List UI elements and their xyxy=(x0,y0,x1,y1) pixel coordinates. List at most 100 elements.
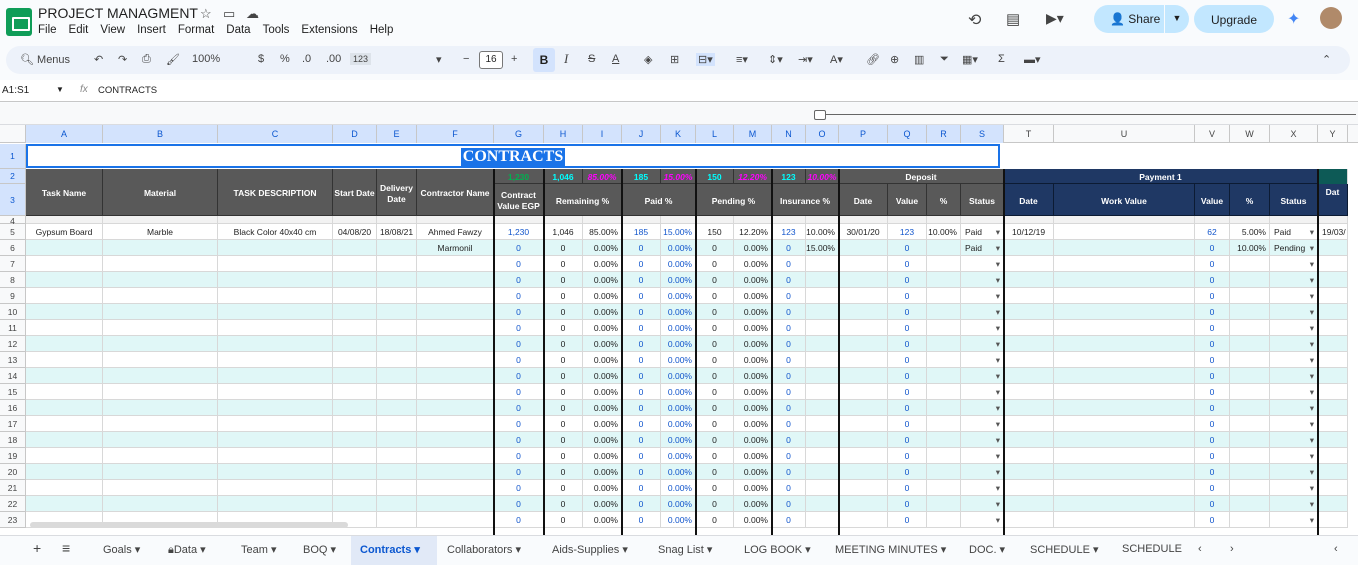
cell-F11[interactable] xyxy=(417,320,494,336)
cell-P20[interactable] xyxy=(839,464,888,480)
cell-D17[interactable] xyxy=(333,416,377,432)
dropdown-chip-icon[interactable]: ▾ xyxy=(996,515,1000,526)
cell-J10[interactable]: 0 xyxy=(622,304,661,320)
cell-T21[interactable] xyxy=(1004,480,1054,496)
column-header-J[interactable]: J xyxy=(622,125,661,143)
cell-D5[interactable]: 04/08/20 xyxy=(333,224,377,240)
cell-R11[interactable] xyxy=(927,320,961,336)
dropdown-chip-icon[interactable]: ▾ xyxy=(1310,451,1314,462)
cell-F21[interactable] xyxy=(417,480,494,496)
cell-B16[interactable] xyxy=(103,400,218,416)
header-contract-value[interactable]: Contract Value EGP xyxy=(494,184,544,216)
cell-N8[interactable]: 0 xyxy=(772,272,806,288)
cell-K13[interactable]: 0.00% xyxy=(661,352,696,368)
cell-X22[interactable]: ▾ xyxy=(1270,496,1318,512)
cell-Y8[interactable] xyxy=(1318,272,1348,288)
cell-L9[interactable]: 0 xyxy=(696,288,734,304)
cell-O17[interactable] xyxy=(806,416,839,432)
cell-U6[interactable] xyxy=(1054,240,1195,256)
row-header-11[interactable]: 11 xyxy=(0,320,26,336)
row-header-4[interactable]: 4 xyxy=(0,216,26,226)
menu-insert[interactable]: Insert xyxy=(137,24,166,36)
cell-K8[interactable]: 0.00% xyxy=(661,272,696,288)
cell-U13[interactable] xyxy=(1054,352,1195,368)
cell-Q21[interactable]: 0 xyxy=(888,480,927,496)
cell-J8[interactable]: 0 xyxy=(622,272,661,288)
spacer-cell[interactable] xyxy=(103,216,218,224)
cell-F9[interactable] xyxy=(417,288,494,304)
cell-T8[interactable] xyxy=(1004,272,1054,288)
cell-S13[interactable]: ▾ xyxy=(961,352,1004,368)
dropdown-chip-icon[interactable]: ▾ xyxy=(996,227,1000,238)
cell-Q9[interactable]: 0 xyxy=(888,288,927,304)
cell-E11[interactable] xyxy=(377,320,417,336)
cell-D11[interactable] xyxy=(333,320,377,336)
row-header-8[interactable]: 8 xyxy=(0,272,26,288)
cell-B8[interactable] xyxy=(103,272,218,288)
vertical-align-icon[interactable]: ⇕▾ xyxy=(768,53,783,66)
cell-C9[interactable] xyxy=(218,288,333,304)
cell-B21[interactable] xyxy=(103,480,218,496)
cell-D6[interactable] xyxy=(333,240,377,256)
cell-A10[interactable] xyxy=(26,304,103,320)
column-header-X[interactable]: X xyxy=(1270,125,1318,143)
cell-H19[interactable]: 0 xyxy=(544,448,583,464)
cell-P7[interactable] xyxy=(839,256,888,272)
cell-F20[interactable] xyxy=(417,464,494,480)
cell-F15[interactable] xyxy=(417,384,494,400)
header-start-date[interactable]: Start Date xyxy=(333,169,377,216)
cell-K17[interactable]: 0.00% xyxy=(661,416,696,432)
column-header-H[interactable]: H xyxy=(544,125,583,143)
cell-X14[interactable]: ▾ xyxy=(1270,368,1318,384)
cell-G5[interactable]: 1,230 xyxy=(494,224,544,240)
cell-S8[interactable]: ▾ xyxy=(961,272,1004,288)
dropdown-chip-icon[interactable]: ▾ xyxy=(1310,515,1314,526)
cell-C11[interactable] xyxy=(218,320,333,336)
cell-K12[interactable]: 0.00% xyxy=(661,336,696,352)
meet-icon[interactable]: ▶▾ xyxy=(1046,10,1064,27)
cell-O6[interactable]: 15.00% xyxy=(806,240,839,256)
cell-M21[interactable]: 0.00% xyxy=(734,480,772,496)
cell-B19[interactable] xyxy=(103,448,218,464)
cell-T6[interactable] xyxy=(1004,240,1054,256)
cell-S9[interactable]: ▾ xyxy=(961,288,1004,304)
cell-C14[interactable] xyxy=(218,368,333,384)
header-payment1-pct[interactable]: % xyxy=(1230,184,1270,216)
cell-T13[interactable] xyxy=(1004,352,1054,368)
dropdown-chip-icon[interactable]: ▾ xyxy=(1310,419,1314,430)
cell-N14[interactable]: 0 xyxy=(772,368,806,384)
cell-J9[interactable]: 0 xyxy=(622,288,661,304)
cell-U9[interactable] xyxy=(1054,288,1195,304)
dropdown-chip-icon[interactable]: ▾ xyxy=(1310,307,1314,318)
cell-H13[interactable]: 0 xyxy=(544,352,583,368)
cell-J16[interactable]: 0 xyxy=(622,400,661,416)
more-formats-button[interactable]: 123 xyxy=(350,53,372,65)
cell-X6[interactable]: Pending ▾ xyxy=(1270,240,1318,256)
row-header-3[interactable]: 3 xyxy=(0,184,26,216)
column-header-F[interactable]: F xyxy=(417,125,494,143)
spacer-cell[interactable] xyxy=(661,216,696,224)
cell-W13[interactable] xyxy=(1230,352,1270,368)
print-icon[interactable]: ⎙ xyxy=(142,53,151,66)
cell-A17[interactable] xyxy=(26,416,103,432)
cell-R8[interactable] xyxy=(927,272,961,288)
cell-U8[interactable] xyxy=(1054,272,1195,288)
cell-E14[interactable] xyxy=(377,368,417,384)
header-remaining-pct[interactable]: Remaining % xyxy=(544,184,622,216)
cell-G12[interactable]: 0 xyxy=(494,336,544,352)
cell-F14[interactable] xyxy=(417,368,494,384)
cell-W6[interactable]: 10.00% xyxy=(1230,240,1270,256)
cell-T16[interactable] xyxy=(1004,400,1054,416)
cell-Q10[interactable]: 0 xyxy=(888,304,927,320)
cell-Y23[interactable] xyxy=(1318,512,1348,528)
row-header-15[interactable]: 15 xyxy=(0,384,26,400)
cell-G9[interactable]: 0 xyxy=(494,288,544,304)
spacer-cell[interactable] xyxy=(1270,216,1318,224)
cell-M17[interactable]: 0.00% xyxy=(734,416,772,432)
cell-D14[interactable] xyxy=(333,368,377,384)
font-size-input[interactable]: 16 xyxy=(479,51,503,69)
cell-O16[interactable] xyxy=(806,400,839,416)
cell-V23[interactable]: 0 xyxy=(1195,512,1230,528)
cell-E18[interactable] xyxy=(377,432,417,448)
cell-X9[interactable]: ▾ xyxy=(1270,288,1318,304)
